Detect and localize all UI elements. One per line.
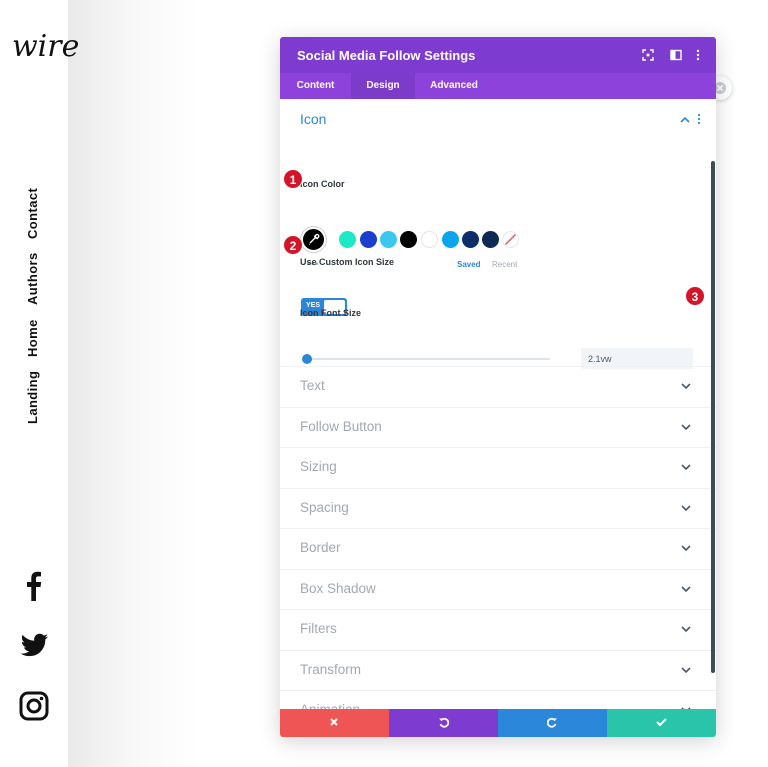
toggle-group-label: Transform: [300, 661, 362, 677]
twitter-icon[interactable]: [17, 628, 51, 662]
color-swatch-black[interactable]: [400, 231, 417, 248]
color-picker-button[interactable]: [301, 227, 326, 252]
icon-color-label: Icon Color: [300, 179, 345, 189]
svg-text:wire: wire: [12, 29, 79, 64]
section-options-icon[interactable]: [697, 113, 701, 125]
sidebar-shadow: [68, 0, 198, 767]
toggle-group-label: Follow Button: [300, 418, 382, 434]
modal-header[interactable]: Social Media Follow Settings: [280, 37, 716, 73]
annotation-badge-1: 1: [283, 169, 303, 189]
nav-item-authors[interactable]: Authors: [25, 252, 40, 305]
chevron-down-icon[interactable]: [681, 463, 691, 471]
color-swatch-white[interactable]: [421, 231, 438, 248]
toggle-group-spacing[interactable]: Spacing: [280, 487, 716, 528]
chevron-down-icon[interactable]: [681, 504, 691, 512]
tab-content[interactable]: Content: [280, 73, 351, 99]
vertical-nav: Contact Authors Home Landing: [25, 187, 43, 427]
chevron-down-icon[interactable]: [681, 585, 691, 593]
toggle-group-label: Box Shadow: [300, 580, 376, 596]
chevron-down-icon[interactable]: [681, 423, 691, 431]
toggle-group-transform[interactable]: Transform: [280, 649, 716, 690]
font-size-slider-track[interactable]: [307, 358, 550, 360]
undo-button[interactable]: [389, 709, 498, 737]
expand-icon[interactable]: [641, 48, 655, 62]
scrollbar[interactable]: [711, 161, 715, 673]
save-button[interactable]: [607, 709, 716, 737]
recent-colors-tab[interactable]: Recent: [492, 260, 517, 269]
nav-item-home[interactable]: Home: [25, 319, 40, 357]
chevron-down-icon[interactable]: [681, 666, 691, 674]
icon-font-size-label: Icon Font Size: [300, 308, 362, 318]
tab-advanced[interactable]: Advanced: [415, 73, 493, 99]
redo-button[interactable]: [498, 709, 607, 737]
color-swatch-light-blue[interactable]: [380, 231, 397, 248]
section-title-icon[interactable]: Icon: [300, 111, 326, 127]
redo-icon: [547, 717, 557, 728]
no-color-icon[interactable]: [502, 231, 519, 248]
instagram-icon[interactable]: [17, 689, 51, 723]
annotation-badge-2: 2: [283, 235, 303, 255]
toggle-group-label: Filters: [300, 621, 337, 636]
nav-item-landing[interactable]: Landing: [25, 371, 40, 424]
saved-colors-tab[interactable]: Saved: [457, 260, 481, 269]
toggle-group-text[interactable]: Text: [280, 366, 716, 406]
chevron-down-icon[interactable]: [681, 544, 691, 552]
settings-content: Icon Icon Color ••• Saved Recent Use Cus…: [280, 99, 716, 717]
toggle-group-filters[interactable]: Filters: [280, 609, 716, 649]
cancel-button[interactable]: [280, 709, 389, 737]
check-icon: [656, 718, 667, 727]
more-options-icon[interactable]: [691, 48, 705, 62]
color-swatch-blue[interactable]: [360, 231, 377, 248]
toggle-group-label: Spacing: [300, 499, 349, 515]
tab-design[interactable]: Design: [351, 73, 415, 99]
split-view-icon[interactable]: [669, 48, 683, 62]
toggle-group-border[interactable]: Border: [280, 528, 716, 568]
settings-modal: Social Media Follow Settings Content Des…: [280, 37, 716, 737]
toggle-group-label: Text: [300, 378, 325, 393]
color-swatch-sky[interactable]: [442, 231, 459, 248]
toggle-group-follow-button[interactable]: Follow Button: [280, 406, 716, 447]
site-logo[interactable]: wire: [10, 26, 106, 66]
undo-icon: [439, 717, 449, 728]
toggle-group-label: Border: [300, 540, 341, 555]
facebook-icon[interactable]: [17, 568, 51, 602]
font-size-slider-handle[interactable]: [302, 354, 312, 364]
nav-item-contact[interactable]: Contact: [25, 188, 40, 239]
color-swatch-navy[interactable]: [462, 231, 479, 248]
modal-footer: [280, 709, 716, 737]
toggle-group-sizing[interactable]: Sizing: [280, 447, 716, 487]
color-swatch-dark-navy[interactable]: [482, 231, 499, 248]
toggle-group-label: Sizing: [300, 459, 337, 474]
chevron-down-icon[interactable]: [681, 625, 691, 633]
close-icon: [330, 718, 338, 726]
annotation-badge-3: 3: [685, 286, 705, 306]
tab-bar: Content Design Advanced: [280, 73, 716, 99]
custom-icon-size-label: Use Custom Icon Size: [300, 257, 395, 267]
color-swatch-teal[interactable]: [339, 231, 356, 248]
toggle-group-box-shadow[interactable]: Box Shadow: [280, 568, 716, 609]
chevron-up-icon[interactable]: [680, 116, 690, 123]
modal-title: Social Media Follow Settings: [297, 48, 476, 63]
eyedropper-icon: [308, 233, 320, 245]
chevron-down-icon[interactable]: [681, 382, 691, 390]
